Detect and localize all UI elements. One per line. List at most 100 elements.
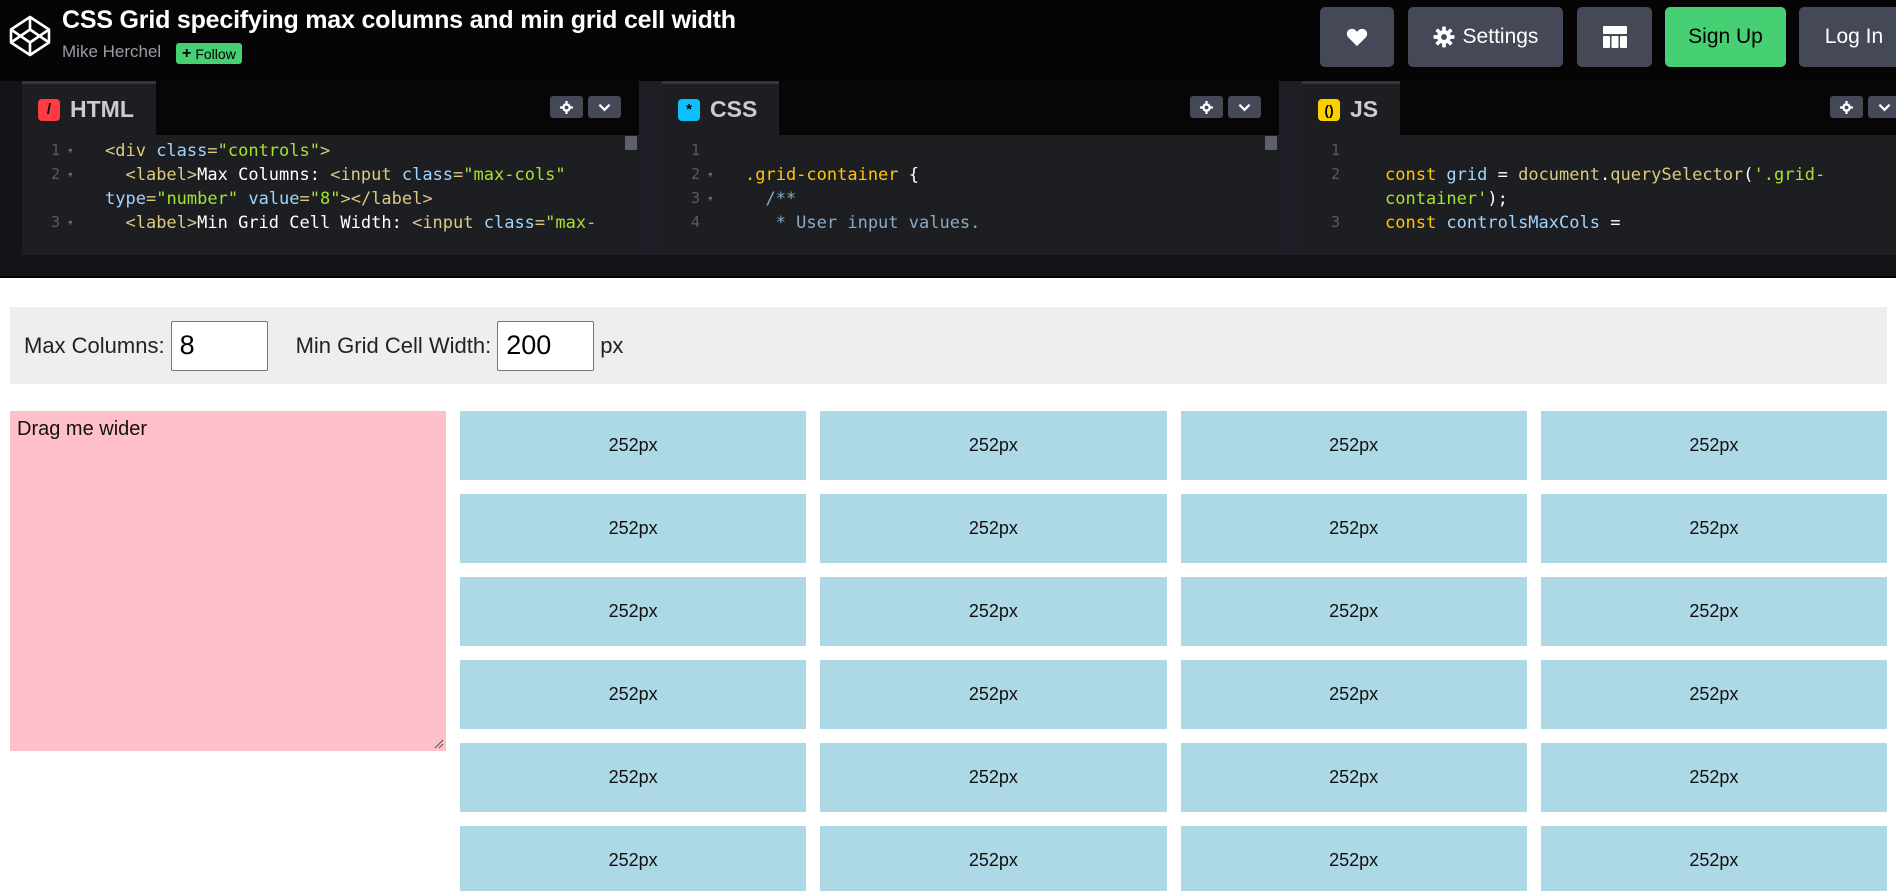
html-code[interactable]: 1 ▾ <div class="controls"> 2 ▾ <label>Max Co… bbox=[22, 135, 639, 255]
grid-cell: 252px bbox=[1180, 577, 1527, 646]
code-token: = bbox=[534, 213, 546, 233]
max-columns-label: Max Columns: bbox=[24, 332, 165, 358]
line-number: 4 bbox=[690, 213, 700, 231]
min-cell-width-label: Min Grid Cell Width: bbox=[295, 332, 492, 358]
grid-cell: 252px bbox=[820, 660, 1167, 729]
code-text: const controlsMaxCols = bbox=[1385, 213, 1620, 233]
js-settings-button[interactable] bbox=[1830, 96, 1863, 118]
grid-cell: 252px bbox=[820, 826, 1167, 891]
grid-cell: 252px bbox=[1540, 660, 1887, 729]
fold-arrow-icon[interactable]: ▾ bbox=[707, 192, 714, 205]
fold-arrow-icon[interactable]: ▾ bbox=[67, 216, 74, 229]
code-token: class bbox=[483, 213, 535, 233]
grid-cell: 252px bbox=[460, 743, 807, 812]
resizable-box-text: Drag me wider bbox=[17, 418, 148, 440]
follow-label: Follow bbox=[195, 45, 236, 62]
js-collapse-button[interactable] bbox=[1868, 96, 1896, 118]
code-token: const bbox=[1385, 213, 1447, 233]
js-pane-buttons bbox=[1830, 96, 1896, 118]
tab-css[interactable]: * CSS bbox=[662, 81, 780, 135]
css-editor-pane: * CSS 1 2 ▾ .grid-container {3 ▾ /** 4 * User… bbox=[662, 81, 1279, 255]
grid-cell: 252px bbox=[1180, 660, 1527, 729]
fold-arrow-icon[interactable]: ▾ bbox=[67, 168, 74, 181]
follow-button[interactable]: + Follow bbox=[176, 43, 242, 64]
code-token: = bbox=[299, 189, 310, 209]
grid-cell: 252px bbox=[1180, 411, 1527, 480]
code-text: type="number" value="8"></label> bbox=[105, 189, 433, 209]
css-settings-button[interactable] bbox=[1190, 96, 1223, 118]
line-number: 1 bbox=[690, 141, 700, 159]
grid-cell: 252px bbox=[460, 577, 807, 646]
heart-icon bbox=[1346, 28, 1368, 47]
code-text: .grid-container { bbox=[745, 165, 919, 185]
editor-resize-bar[interactable] bbox=[0, 255, 1896, 278]
log-in-button[interactable]: Log In bbox=[1799, 7, 1896, 67]
code-token: <input bbox=[412, 213, 484, 233]
app-header: CSS Grid specifying max columns and min … bbox=[0, 0, 1896, 81]
code-token: <input bbox=[330, 165, 402, 185]
code-token: document bbox=[1518, 165, 1600, 185]
code-token: querySelector bbox=[1610, 165, 1744, 185]
heart-button[interactable] bbox=[1320, 7, 1394, 67]
code-text: <label>Min Grid Cell Width: <input class… bbox=[105, 213, 596, 233]
code-token: type bbox=[105, 189, 146, 209]
code-token: Min Grid Cell Width: bbox=[197, 213, 413, 233]
tab-js-label: JS bbox=[1350, 96, 1379, 122]
html-collapse-button[interactable] bbox=[588, 96, 621, 118]
code-token: = bbox=[207, 141, 218, 161]
controls-bar: Max Columns: Min Grid Cell Width: px bbox=[10, 307, 1887, 384]
fold-arrow-icon[interactable]: ▾ bbox=[67, 144, 74, 157]
code-token: <label> bbox=[125, 165, 198, 185]
code-token: const bbox=[1385, 165, 1447, 185]
tab-html[interactable]: / HTML bbox=[22, 81, 156, 135]
grid-cell: 252px bbox=[1180, 494, 1527, 563]
settings-label: Settings bbox=[1462, 25, 1539, 48]
code-token: <div bbox=[105, 141, 157, 161]
grid-container: 252px 252px 252px 252px 252px 252px 252px 252px… bbox=[460, 411, 1887, 891]
css-code[interactable]: 1 2 ▾ .grid-container {3 ▾ /** 4 * User input… bbox=[662, 135, 1279, 255]
html-pane-buttons bbox=[550, 96, 621, 118]
code-token: '.grid- bbox=[1753, 165, 1826, 185]
codepen-logo-icon[interactable] bbox=[8, 14, 52, 58]
js-editor-pane: () JS 1 2 const grid = document.querySelec… bbox=[1302, 81, 1896, 255]
max-columns-input[interactable] bbox=[170, 320, 268, 371]
gear-icon bbox=[1433, 26, 1455, 48]
tab-css-label: CSS bbox=[710, 96, 758, 122]
resizable-box[interactable]: Drag me wider bbox=[10, 411, 446, 751]
code-text: * User input values. bbox=[745, 213, 981, 233]
layout-grid-icon bbox=[1602, 26, 1627, 48]
grid-cell: 252px bbox=[460, 411, 807, 480]
min-cell-width-control: Min Grid Cell Width: bbox=[295, 320, 595, 371]
grid-cell: 252px bbox=[1180, 826, 1527, 891]
author-name[interactable]: Mike Herchel bbox=[62, 42, 161, 62]
settings-button[interactable]: Settings bbox=[1408, 7, 1563, 67]
code-token: value bbox=[248, 189, 300, 209]
min-cell-width-input[interactable] bbox=[497, 320, 595, 371]
fold-arrow-icon[interactable]: ▾ bbox=[707, 168, 714, 181]
grid-cell: 252px bbox=[460, 494, 807, 563]
code-token: * User input values. bbox=[745, 213, 981, 233]
sign-up-button[interactable]: Sign Up bbox=[1665, 7, 1786, 67]
html-settings-button[interactable] bbox=[550, 96, 583, 118]
tab-js[interactable]: () JS bbox=[1302, 81, 1401, 135]
resize-grip-icon[interactable] bbox=[434, 739, 444, 749]
code-text: /** bbox=[745, 189, 796, 209]
code-token: grid bbox=[1446, 165, 1498, 185]
change-view-button[interactable] bbox=[1577, 7, 1652, 67]
code-token: = bbox=[453, 165, 464, 185]
code-token: { bbox=[908, 165, 920, 185]
js-code[interactable]: 1 2 const grid = document.querySelector('.… bbox=[1302, 135, 1896, 255]
grid-cell: 252px bbox=[460, 826, 807, 891]
grid-cell: 252px bbox=[1540, 826, 1887, 891]
result-preview: Max Columns: Min Grid Cell Width: px Dra… bbox=[0, 280, 1896, 891]
code-token: "max- bbox=[545, 213, 597, 233]
chevron-down-icon bbox=[1878, 103, 1891, 111]
gear-icon bbox=[1200, 100, 1213, 114]
chevron-down-icon bbox=[1238, 103, 1251, 111]
code-token: . bbox=[1599, 165, 1611, 185]
code-text: const grid = document.querySelector('.gr… bbox=[1385, 165, 1825, 185]
code-token: ); bbox=[1487, 189, 1508, 209]
css-collapse-button[interactable] bbox=[1228, 96, 1261, 118]
code-token: <label> bbox=[125, 213, 198, 233]
